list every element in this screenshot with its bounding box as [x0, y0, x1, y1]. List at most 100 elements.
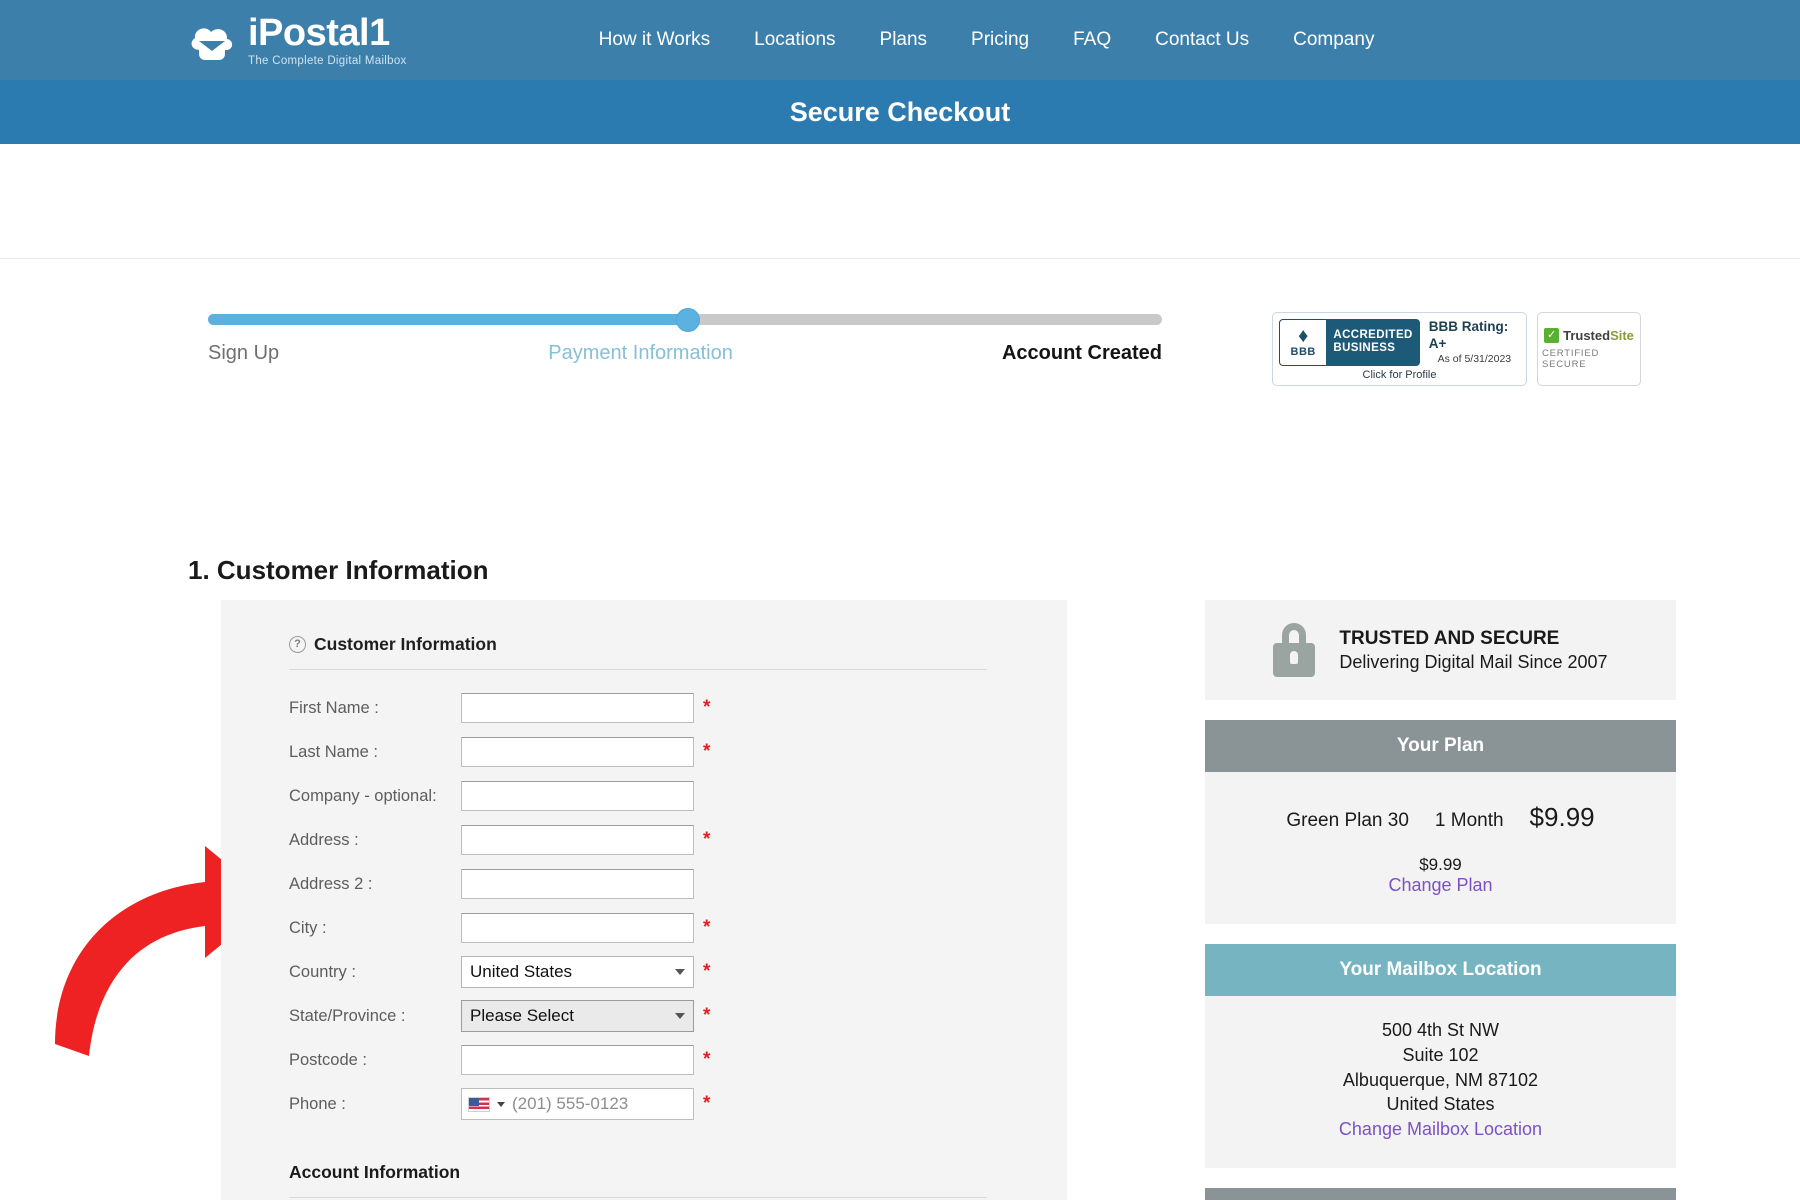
change-plan-link[interactable]: Change Plan [1388, 875, 1492, 895]
postcode-input[interactable] [461, 1045, 694, 1075]
customer-information-card-title: Customer Information [314, 634, 497, 654]
secure-checkout-banner: Secure Checkout [0, 80, 1800, 144]
bbb-as-of-date: As of 5/31/2023 [1437, 352, 1512, 365]
nav-item-pricing[interactable]: Pricing [971, 29, 1029, 51]
nav-item-contact-us[interactable]: Contact Us [1155, 29, 1249, 51]
field-row-address-2: Address 2 : [289, 866, 1023, 902]
field-row-last-name: Last Name : * [289, 734, 1023, 770]
required-marker: * [703, 1005, 711, 1026]
phone-input-group[interactable]: (201) 555-0123 [461, 1088, 694, 1120]
state-province-selected-value: Please Select [470, 1006, 574, 1025]
trustedsite-name-b: Site [1610, 327, 1634, 343]
address-input[interactable] [461, 825, 694, 855]
required-marker: * [703, 697, 711, 718]
change-mailbox-location-link[interactable]: Change Mailbox Location [1339, 1119, 1542, 1139]
progress-track [208, 308, 1162, 332]
mailbox-address-line-4: United States [1386, 1094, 1495, 1115]
bbb-torch-seal-icon: ♦ BBB [1279, 319, 1327, 366]
nav-item-how-it-works[interactable]: How it Works [599, 29, 711, 51]
postcode-label: Postcode : [289, 1050, 367, 1069]
secure-checkout-title: Secure Checkout [789, 96, 1011, 127]
customer-information-form-card: ? Customer Information First Name : * La… [221, 600, 1067, 1200]
padlock-icon [1273, 623, 1316, 677]
nav-item-company[interactable]: Company [1293, 29, 1374, 51]
bbb-rating-block: BBB Rating: A+ As of 5/31/2023 [1429, 319, 1520, 366]
divider [289, 669, 987, 670]
field-row-first-name: First Name : * [289, 690, 1023, 726]
required-marker: * [703, 829, 711, 850]
field-row-postcode: Postcode : * [289, 1042, 1023, 1078]
last-name-input[interactable] [461, 737, 694, 767]
bbb-accredited-business-badge[interactable]: ♦ BBB ACCREDITED BUSINESS BBB Rating: A+… [1272, 312, 1527, 386]
phone-label: Phone : [289, 1094, 346, 1113]
progress-step-payment-information[interactable]: Payment Information [548, 342, 733, 365]
progress-step-labels: Sign Up Payment Information Account Crea… [208, 342, 1162, 365]
trusted-and-secure-panel: TRUSTED AND SECURE Delivering Digital Ma… [1205, 600, 1676, 700]
nav-item-locations[interactable]: Locations [754, 29, 835, 51]
country-selected-value: United States [470, 962, 573, 981]
chevron-down-icon [675, 969, 685, 975]
bbb-seal-label: BBB [1290, 346, 1316, 359]
address-label: Address : [289, 830, 359, 849]
progress-step-sign-up[interactable]: Sign Up [208, 342, 279, 365]
question-mark-icon[interactable]: ? [289, 636, 306, 653]
state-province-select[interactable]: Please Select [461, 1000, 694, 1032]
company-label: Company - optional: [289, 786, 437, 805]
mailbox-address-line-1: 500 4th St NW [1381, 1020, 1500, 1040]
chevron-down-icon[interactable] [497, 1101, 505, 1107]
progress-fill [208, 314, 688, 325]
checkmark-icon: ✓ [1544, 327, 1560, 343]
field-row-address: Address : * [289, 822, 1023, 858]
mailbox-address-line-2: Suite 102 [1402, 1044, 1479, 1065]
trusted-subtitle: Delivering Digital Mail Since 2007 [1339, 651, 1608, 672]
plan-price: $9.99 [1529, 802, 1595, 832]
city-input[interactable] [461, 913, 694, 943]
city-label: City : [289, 918, 327, 937]
country-select[interactable]: United States [461, 956, 694, 988]
checkout-progress-region: Sign Up Payment Information Account Crea… [0, 144, 1800, 386]
first-name-input[interactable] [461, 693, 694, 723]
company-input[interactable] [461, 781, 694, 811]
bbb-accredited-block: ACCREDITED BUSINESS [1326, 319, 1420, 366]
country-label: Country : [289, 962, 356, 981]
cloud-mail-icon [186, 20, 238, 60]
account-information-heading: Account Information [289, 1162, 461, 1182]
contact-us-panel: Contact Us service@ipostal1.com 845-579-… [1205, 1188, 1676, 1200]
progress-step-account-created: Account Created [1001, 342, 1162, 364]
checkout-sidebar: TRUSTED AND SECURE Delivering Digital Ma… [1205, 600, 1676, 1200]
bbb-accredited-line2: BUSINESS [1333, 342, 1396, 355]
contact-us-header: Contact Us [1205, 1188, 1676, 1200]
chevron-down-icon [675, 1013, 685, 1019]
logo-wordmark: iPostal1 [248, 11, 390, 54]
your-plan-panel: Your Plan Green Plan 30 1 Month $9.99 $9… [1205, 720, 1676, 924]
field-row-phone: Phone : (201) 555-0123 * [289, 1086, 1023, 1122]
field-row-company: Company - optional: [289, 778, 1023, 814]
trustedsite-certified-secure-badge[interactable]: ✓ TrustedSite CERTIFIED SECURE [1537, 312, 1641, 386]
address-2-input[interactable] [461, 869, 694, 899]
bbb-click-for-profile[interactable]: Click for Profile [1363, 369, 1437, 381]
bbb-accredited-line1: ACCREDITED [1333, 329, 1413, 342]
last-name-label: Last Name : [289, 742, 378, 761]
nav-item-faq[interactable]: FAQ [1073, 29, 1111, 51]
field-row-state-province: State/Province : Please Select * [289, 998, 1023, 1034]
progress-handle[interactable] [676, 308, 700, 332]
top-navigation-bar: iPostal1 The Complete Digital Mailbox Ho… [0, 0, 1800, 80]
nav-item-plans[interactable]: Plans [880, 29, 928, 51]
trusted-title: TRUSTED AND SECURE [1339, 627, 1560, 649]
field-row-city: City : * [289, 910, 1023, 946]
state-province-label: State/Province : [289, 1006, 406, 1025]
us-flag-icon[interactable] [468, 1096, 490, 1112]
your-mailbox-location-panel: Your Mailbox Location 500 4th St NW Suit… [1205, 944, 1676, 1169]
required-marker: * [703, 1093, 711, 1114]
trustedsite-subtitle: CERTIFIED SECURE [1542, 347, 1600, 370]
trust-badges: ♦ BBB ACCREDITED BUSINESS BBB Rating: A+… [1272, 312, 1641, 386]
first-name-label: First Name : [289, 698, 379, 717]
site-logo[interactable]: iPostal1 The Complete Digital Mailbox [186, 14, 407, 67]
required-marker: * [703, 917, 711, 938]
required-marker: * [703, 741, 711, 762]
bbb-rating-text: BBB Rating: A+ [1428, 319, 1509, 351]
address-2-label: Address 2 : [289, 874, 373, 893]
your-mailbox-location-header: Your Mailbox Location [1205, 944, 1676, 996]
phone-placeholder: (201) 555-0123 [512, 1094, 629, 1113]
plan-name: Green Plan 30 [1286, 810, 1409, 831]
